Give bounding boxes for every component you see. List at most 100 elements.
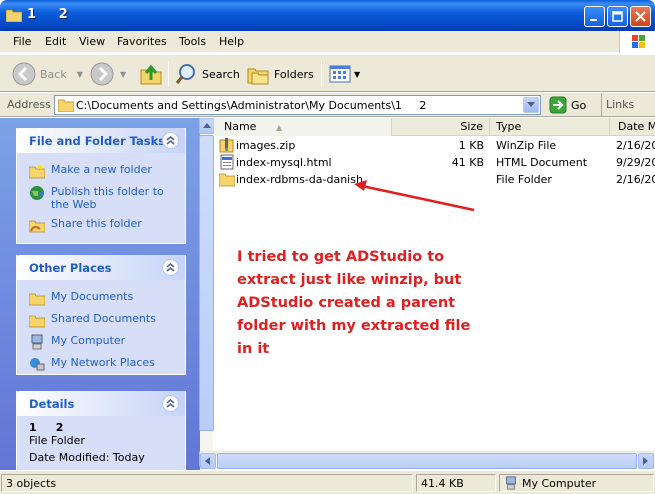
up-folder-button[interactable] — [139, 61, 163, 87]
back-label: Back — [40, 67, 67, 81]
file-row[interactable]: index-mysql.html 41 KB HTML Document 9/2… — [214, 154, 655, 171]
minimize-icon — [590, 19, 597, 21]
address-input[interactable]: C:\Documents and Settings\Administrator\… — [54, 95, 541, 115]
place-my-computer[interactable]: My Computer — [17, 330, 185, 352]
horizontal-scroll-thumb[interactable] — [217, 453, 637, 469]
maximize-icon — [612, 11, 623, 22]
details-type: File Folder — [29, 434, 85, 447]
place-my-documents[interactable]: My Documents — [17, 288, 185, 308]
views-icon — [329, 65, 351, 83]
views-dropdown-icon: ▼ — [354, 69, 361, 79]
place-shared-documents[interactable]: Shared Documents — [17, 308, 185, 330]
windows-logo — [619, 31, 655, 53]
address-bar: Address C:\Documents and Settings\Admini… — [0, 93, 655, 117]
task-pane: File and Folder Tasks Make a new folder … — [0, 118, 200, 470]
panel-header[interactable]: File and Folder Tasks — [17, 128, 185, 153]
details-modified: Date Modified: Today — [29, 451, 145, 464]
panel-title: Other Places — [29, 261, 112, 275]
menu-file[interactable]: File — [13, 35, 31, 48]
go-button[interactable]: Go — [549, 96, 586, 114]
chevron-left-icon — [205, 457, 210, 465]
menu-view[interactable]: View — [79, 35, 105, 48]
back-button[interactable]: Back ▼ — [12, 61, 83, 87]
toolbar: Back ▼ ▼ Search Folders ▼ — [0, 54, 655, 92]
toolbar-separator — [168, 61, 169, 87]
panel-title: File and Folder Tasks — [29, 134, 166, 148]
collapse-chevron-icon[interactable] — [162, 259, 179, 276]
chevron-up-icon — [203, 123, 211, 128]
close-button[interactable] — [630, 6, 651, 27]
html-file-icon — [220, 154, 234, 170]
details-name: 1 2 — [29, 421, 64, 434]
address-dropdown-button[interactable] — [523, 97, 539, 113]
annotation-text: I tried to get ADStudio to extract just … — [237, 249, 471, 357]
menu-bar: File Edit View Favorites Tools Help — [0, 31, 655, 53]
other-places-panel: Other Places My Documents Shared Documen… — [16, 255, 186, 375]
forward-button[interactable]: ▼ — [90, 61, 126, 87]
scroll-left-button[interactable] — [200, 453, 216, 469]
panel-header[interactable]: Other Places — [17, 255, 185, 280]
horizontal-scrollbar[interactable] — [200, 451, 655, 469]
column-type[interactable]: Type — [490, 118, 610, 136]
details-panel: Details 1 2 File Folder Date Modified: T… — [16, 391, 186, 470]
place-my-network-places[interactable]: My Network Places — [17, 352, 185, 374]
menu-help[interactable]: Help — [219, 35, 244, 48]
forward-arrow-icon — [90, 62, 114, 86]
close-icon — [635, 11, 646, 22]
chevron-down-icon — [527, 102, 535, 107]
share-folder-icon — [29, 220, 45, 233]
search-button[interactable]: Search — [174, 61, 240, 87]
computer-icon — [31, 334, 43, 350]
scroll-up-button[interactable] — [199, 118, 215, 134]
status-objects: 3 objects — [1, 474, 413, 492]
computer-icon — [506, 476, 516, 490]
folder-icon — [6, 9, 22, 22]
new-folder-icon — [29, 164, 45, 179]
globe-icon — [30, 186, 44, 200]
maximize-button[interactable] — [607, 6, 628, 27]
go-label: Go — [571, 98, 587, 112]
file-row[interactable]: images.zip 1 KB WinZip File 2/16/20 — [214, 137, 655, 154]
network-places-icon — [30, 358, 45, 371]
task-make-new-folder[interactable]: Make a new folder — [17, 161, 185, 181]
scroll-right-button[interactable] — [638, 453, 654, 469]
forward-dropdown-icon[interactable]: ▼ — [120, 70, 126, 79]
panel-title: Details — [29, 397, 75, 411]
address-value: C:\Documents and Settings\Administrator\… — [76, 99, 427, 112]
title-bar[interactable]: 1 2 — [0, 0, 655, 31]
scroll-thumb[interactable] — [199, 135, 214, 431]
column-size[interactable]: Size — [392, 118, 490, 136]
address-label: Address — [7, 98, 51, 111]
panel-header[interactable]: Details — [17, 391, 185, 416]
column-name[interactable]: Name ▲ — [214, 118, 392, 136]
status-location: My Computer — [499, 474, 654, 492]
links-toolbar[interactable]: Links — [601, 93, 634, 117]
column-header-row: Name ▲ Size Type Date M — [214, 118, 655, 136]
zip-icon — [219, 138, 234, 153]
views-button[interactable]: ▼ — [328, 61, 360, 87]
up-folder-icon — [140, 64, 162, 85]
back-dropdown-icon[interactable]: ▼ — [77, 70, 83, 79]
folder-icon — [219, 173, 235, 187]
file-folder-tasks-panel: File and Folder Tasks Make a new folder … — [16, 128, 186, 244]
task-share-folder[interactable]: Share this folder — [17, 213, 185, 235]
task-pane-scrollbar[interactable] — [199, 118, 215, 470]
chevron-right-icon — [643, 457, 648, 465]
minimize-button[interactable] — [584, 6, 605, 27]
folders-label: Folders — [274, 67, 314, 81]
toolbar-separator — [321, 61, 322, 87]
folders-button[interactable]: Folders — [246, 61, 314, 87]
back-arrow-icon — [12, 62, 36, 86]
folder-icon — [29, 293, 45, 306]
annotation-arrow-icon — [354, 180, 475, 212]
menu-favorites[interactable]: Favorites — [117, 35, 167, 48]
status-size: 41.4 KB — [416, 474, 496, 492]
column-date-modified[interactable]: Date M — [610, 118, 655, 136]
menu-tools[interactable]: Tools — [179, 35, 206, 48]
menu-edit[interactable]: Edit — [45, 35, 66, 48]
task-publish-to-web[interactable]: Publish this folder to the Web — [17, 181, 185, 213]
collapse-chevron-icon[interactable] — [162, 395, 179, 412]
collapse-chevron-icon[interactable] — [162, 132, 179, 149]
window-title: 1 2 — [27, 7, 68, 22]
search-icon — [175, 64, 195, 84]
